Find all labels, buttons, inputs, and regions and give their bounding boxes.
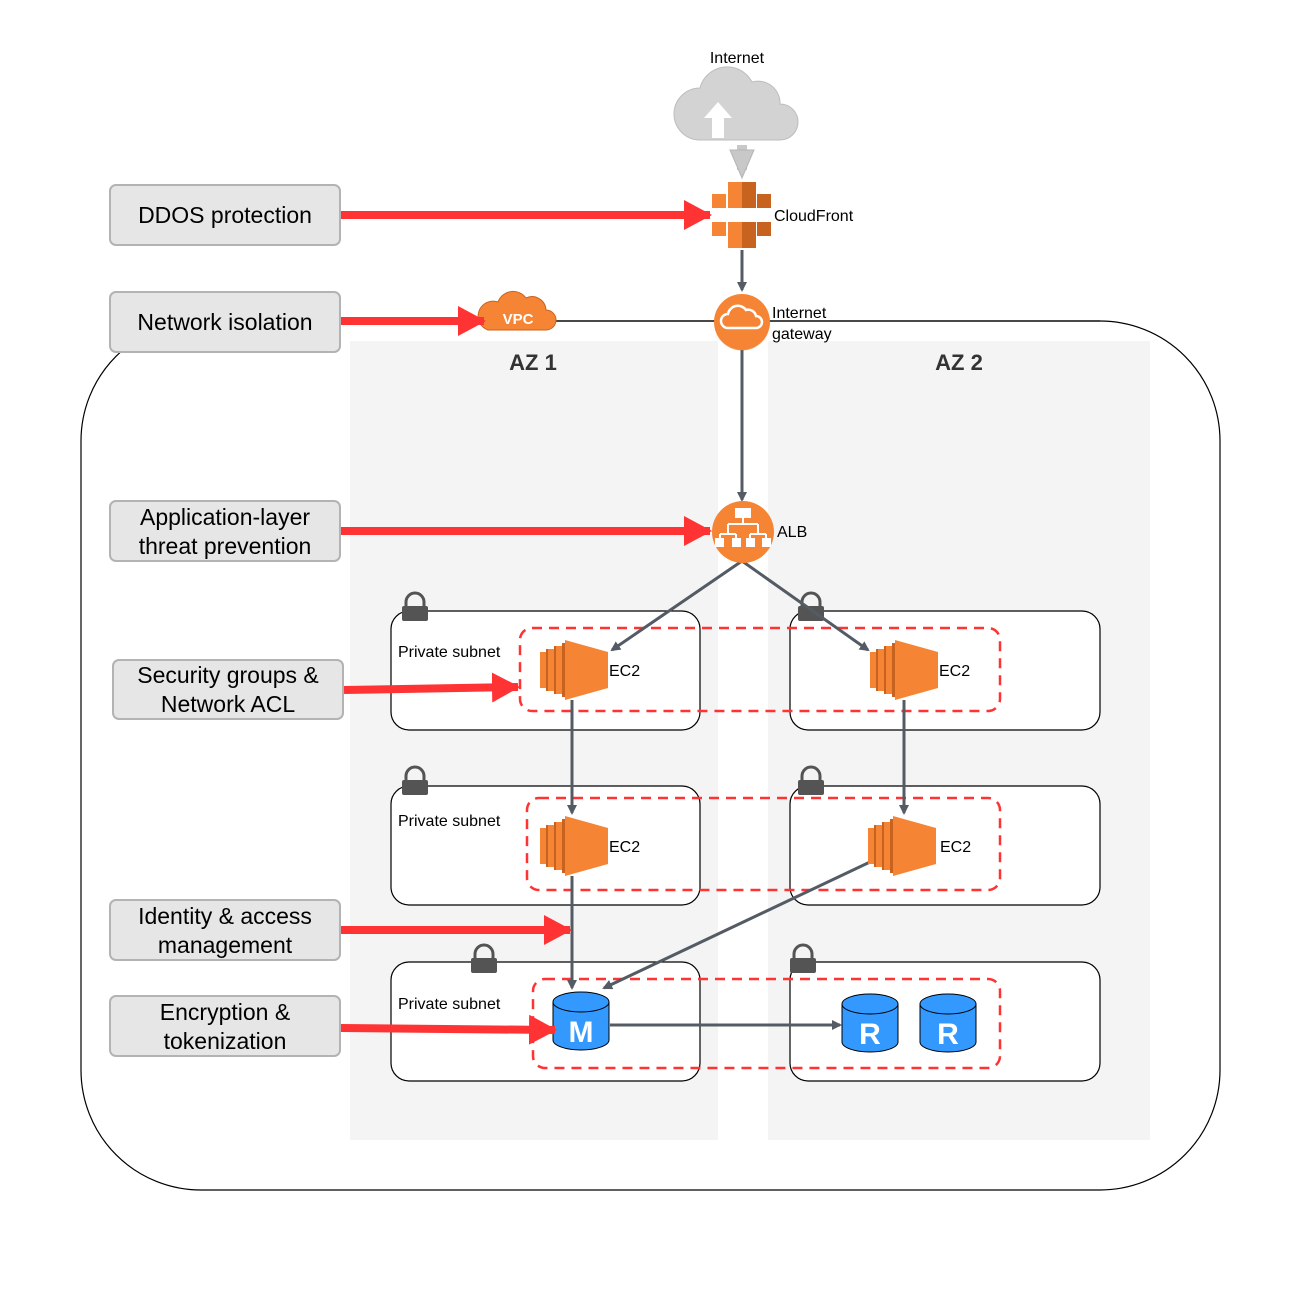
internet-label: Internet xyxy=(710,50,765,67)
flow-internet-cloudfront-head xyxy=(729,149,755,180)
ec2-label: EC2 xyxy=(609,839,640,856)
security-arrow-security-groups xyxy=(343,672,520,703)
db-replica-label: R xyxy=(937,1018,959,1051)
igw-label-1: Internet xyxy=(772,305,827,322)
db-replica-icon[interactable]: R xyxy=(919,993,977,1053)
callout-application-layer[interactable]: Application-layer threat prevention xyxy=(109,500,341,562)
callout-text: Network ACL xyxy=(161,691,295,717)
callout-text: Network isolation xyxy=(137,309,312,335)
ec2-label: EC2 xyxy=(940,839,971,856)
ec2-label: EC2 xyxy=(609,663,640,680)
callout-security-groups[interactable]: Security groups & Network ACL xyxy=(112,659,344,720)
db-master-label: M xyxy=(569,1016,594,1049)
db-replica-label: R xyxy=(859,1018,881,1051)
subnet-label: Private subnet xyxy=(398,644,501,661)
callout-encryption[interactable]: Encryption & tokenization xyxy=(109,995,341,1057)
callout-text: DDOS protection xyxy=(138,202,312,228)
igw-label-2: gateway xyxy=(772,326,832,343)
callout-text: management xyxy=(158,932,293,958)
vpc-label: VPC xyxy=(503,311,534,328)
cloudfront-label: CloudFront xyxy=(774,208,854,225)
callout-network-isolation[interactable]: Network isolation xyxy=(109,291,341,353)
callout-text: Security groups & xyxy=(137,662,319,688)
architecture-diagram: AZ 1 AZ 2 Private subnet Private subnet … xyxy=(80,50,1221,1191)
alb-label: ALB xyxy=(777,524,807,541)
callout-text: Encryption & xyxy=(160,999,290,1025)
callout-text: Application-layer xyxy=(140,504,310,530)
vpc-icon: VPC xyxy=(477,290,557,331)
callout-identity-access[interactable]: Identity & access management xyxy=(109,899,341,961)
ec2-label: EC2 xyxy=(939,663,970,680)
db-master-icon[interactable]: M xyxy=(552,991,610,1051)
subnet-label: Private subnet xyxy=(398,996,501,1013)
db-replica-icon[interactable]: R xyxy=(841,993,899,1053)
callout-text: Identity & access xyxy=(138,903,312,929)
internet-cloud-icon xyxy=(673,66,799,141)
subnet-label: Private subnet xyxy=(398,813,501,830)
callout-ddos-protection[interactable]: DDOS protection xyxy=(109,184,341,246)
cloudfront-icon xyxy=(712,182,771,248)
alb-icon[interactable] xyxy=(712,501,774,563)
callout-text: tokenization xyxy=(164,1028,287,1054)
callout-text: threat prevention xyxy=(139,533,312,559)
az2-label: AZ 2 xyxy=(935,350,983,375)
security-arrow-encryption xyxy=(340,1014,557,1045)
az1-label: AZ 1 xyxy=(509,350,557,375)
